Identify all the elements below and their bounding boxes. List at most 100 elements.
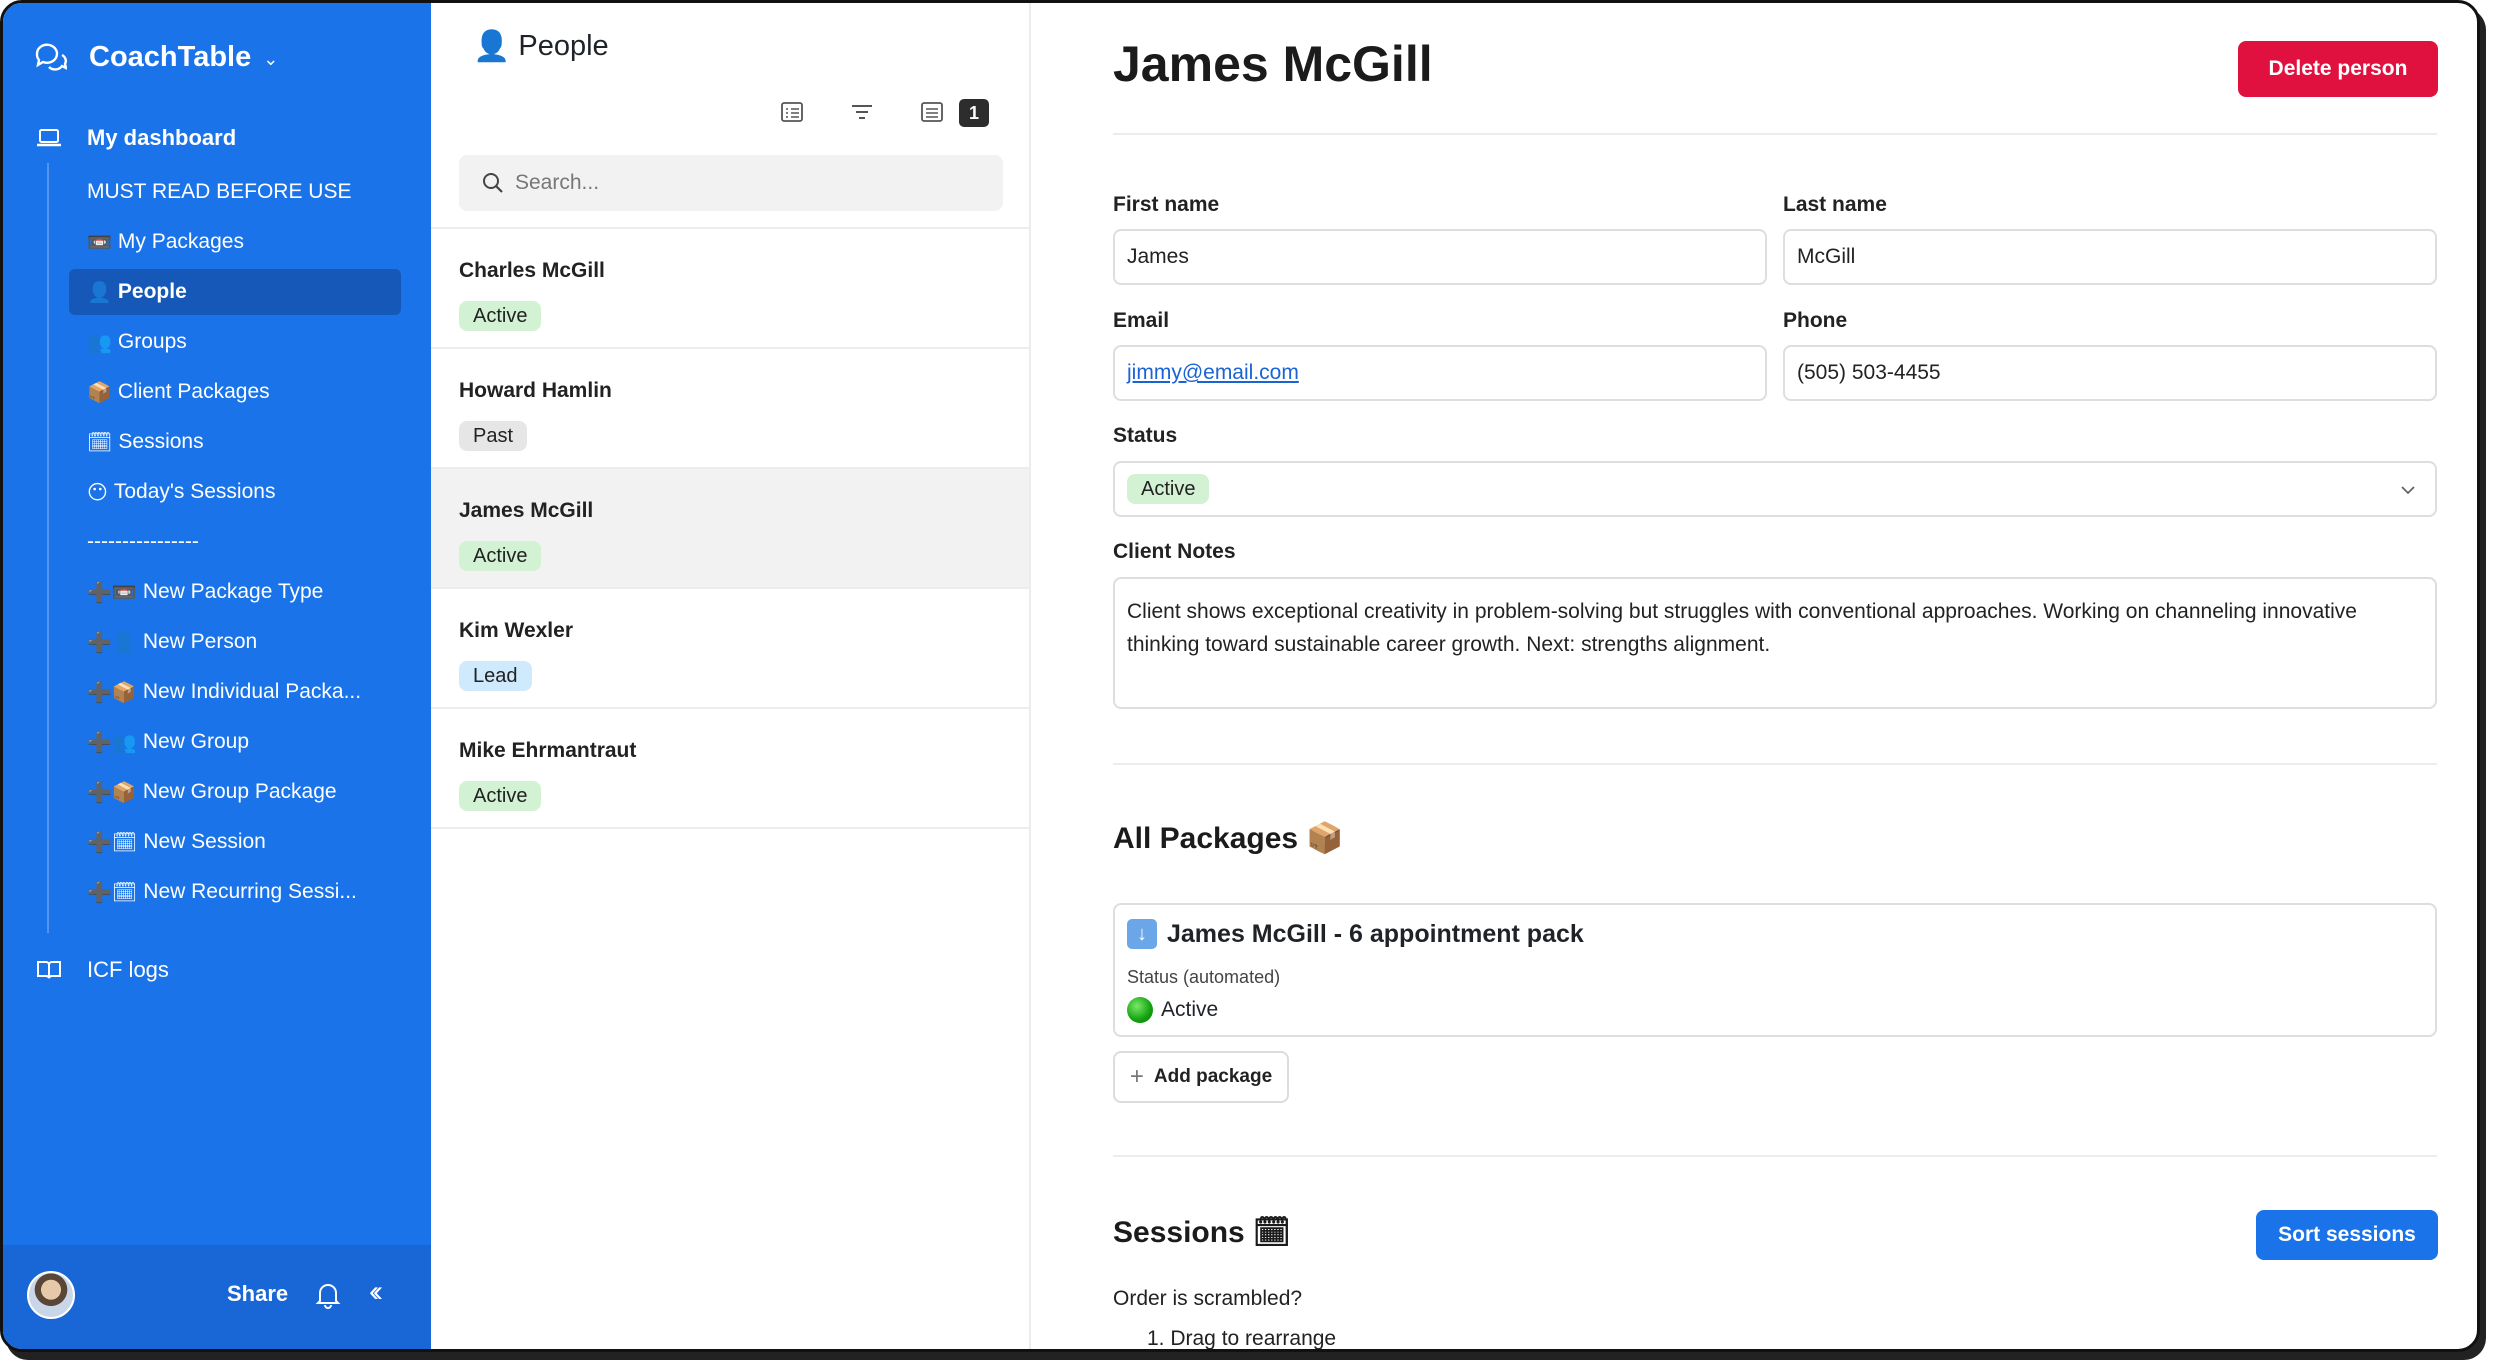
instruction-step: 1. Drag to rearrange xyxy=(1147,1327,1337,1350)
sidebar-item-new-individual-package[interactable]: ➕📦 New Individual Packa... xyxy=(69,669,401,715)
phone-field[interactable]: (505) 503-4455 xyxy=(1783,345,2437,401)
list-item-selected[interactable]: James McGill Active xyxy=(431,469,1029,589)
email-label: Email xyxy=(1113,309,1170,332)
sidebar-item-label: MUST READ BEFORE USE xyxy=(87,180,352,203)
email-link[interactable]: jimmy@email.com xyxy=(1127,361,1299,385)
last-name-label: Last name xyxy=(1783,193,1887,216)
sidebar-item-label: New Session xyxy=(143,830,266,853)
book-icon xyxy=(37,961,61,979)
section-title-text: Sessions xyxy=(1113,1215,1245,1249)
filter-count-badge[interactable]: 1 xyxy=(959,99,989,127)
sidebar-item-new-session[interactable]: ➕🗓 New Session xyxy=(69,819,401,865)
sidebar-item-my-packages[interactable]: 📼 My Packages xyxy=(69,219,401,265)
package-card[interactable]: ↓ James McGill - 6 appointment pack Stat… xyxy=(1113,903,2437,1037)
sidebar-item-groups[interactable]: 👥 Groups xyxy=(69,319,401,365)
person-icon: 👤 xyxy=(87,281,112,304)
package-icon: 📦 xyxy=(1306,822,1344,855)
list-item[interactable]: Kim Wexler Lead xyxy=(431,589,1029,709)
package-status-value: Active xyxy=(1161,998,1219,1021)
filter-icon[interactable] xyxy=(849,99,875,125)
add-package-button[interactable]: + Add package xyxy=(1113,1051,1289,1103)
bell-icon[interactable] xyxy=(315,1281,341,1309)
sidebar-item-label: New Individual Packa... xyxy=(142,680,362,703)
sidebar-item-label: New Package Type xyxy=(142,580,324,603)
sidebar-item-people[interactable]: 👤 People xyxy=(69,269,401,315)
sidebar-item-todays-sessions[interactable]: 😶 Today's Sessions xyxy=(69,469,401,515)
sidebar-item-client-packages[interactable]: 📦 Client Packages xyxy=(69,369,401,415)
nav-label: ICF logs xyxy=(87,957,169,982)
list-title-text: People xyxy=(518,30,609,62)
nav-icf-logs[interactable]: ICF logs xyxy=(3,947,431,993)
sidebar-item-label: New Group Package xyxy=(142,780,337,803)
plus-videotape-icon: ➕📼 xyxy=(87,581,137,604)
status-badge: Active xyxy=(459,781,542,811)
status-badge: Active xyxy=(459,301,542,331)
person-name: Charles McGill xyxy=(459,259,605,282)
divider xyxy=(1113,133,2437,135)
avatar[interactable] xyxy=(27,1271,75,1319)
people-icon: 👥 xyxy=(87,331,112,354)
tree-guide xyxy=(47,163,49,933)
calendar-icon: 🗓 xyxy=(1252,1216,1291,1249)
first-name-value: James xyxy=(1127,245,1189,268)
list-item[interactable]: Charles McGill Active xyxy=(431,229,1029,349)
search-box[interactable] xyxy=(459,155,1003,211)
page-title: James McGill xyxy=(1113,36,1433,92)
chevron-down-icon xyxy=(2401,486,2415,495)
status-badge: Past xyxy=(459,421,528,451)
plus-person-icon: ➕👤 xyxy=(87,631,137,654)
share-button[interactable]: Share xyxy=(227,1281,288,1307)
email-field[interactable]: jimmy@email.com xyxy=(1113,345,1767,401)
package-title: ↓ James McGill - 6 appointment pack xyxy=(1127,919,1584,949)
chevron-down-icon: ⌄ xyxy=(263,48,279,69)
plus-calendar-icon: ➕🗓 xyxy=(87,881,138,904)
list-item[interactable]: Mike Ehrmantraut Active xyxy=(431,709,1029,829)
person-name: Howard Hamlin xyxy=(459,379,612,402)
plus-calendar-icon: ➕🗓 xyxy=(87,831,138,854)
client-notes-label: Client Notes xyxy=(1113,540,1236,563)
phone-value: (505) 503-4455 xyxy=(1797,361,1941,384)
sidebar-item-label: Sessions xyxy=(118,430,204,453)
sidebar-item-new-package-type[interactable]: ➕📼 New Package Type xyxy=(69,569,401,615)
sidebar-item-new-group[interactable]: ➕👥 New Group xyxy=(69,719,401,765)
plus-package-icon: ➕📦 xyxy=(87,781,137,804)
status-badge: Active xyxy=(459,541,542,571)
person-icon: 👤 xyxy=(473,30,511,63)
client-notes-field[interactable]: Client shows exceptional creativity in p… xyxy=(1113,577,2437,709)
collapse-sidebar-icon[interactable]: ‹‹ xyxy=(369,1275,383,1309)
divider xyxy=(1113,763,2437,765)
list-item[interactable]: Howard Hamlin Past xyxy=(431,349,1029,469)
status-select[interactable]: Active xyxy=(1113,461,2437,517)
add-package-label: Add package xyxy=(1153,1066,1273,1087)
sort-sessions-button[interactable]: Sort sessions xyxy=(2256,1210,2438,1260)
sort-icon[interactable] xyxy=(919,99,945,125)
sessions-section-title: Sessions 🗓 xyxy=(1113,1215,1291,1250)
list-view-icon[interactable] xyxy=(779,99,805,125)
sidebar-item-sessions[interactable]: 🗓 Sessions xyxy=(69,419,401,465)
sidebar-item-new-recurring-session[interactable]: ➕🗓 New Recurring Sessi... xyxy=(69,869,401,915)
sidebar-divider-text[interactable]: ---------------- xyxy=(69,519,401,565)
sidebar-item-new-person[interactable]: ➕👤 New Person xyxy=(69,619,401,665)
section-title-text: All Packages xyxy=(1113,821,1299,855)
last-name-field[interactable]: McGill xyxy=(1783,229,2437,285)
person-name: Mike Ehrmantraut xyxy=(459,739,637,762)
calendar-icon: 🗓 xyxy=(87,431,113,454)
packages-section-title: All Packages 📦 xyxy=(1113,821,1343,856)
sidebar-item-label: New Group xyxy=(142,730,250,753)
videotape-icon: 📼 xyxy=(87,231,112,254)
sidebar-item-label: Client Packages xyxy=(117,380,270,403)
search-input[interactable] xyxy=(515,171,975,195)
sidebar-item-label: New Recurring Sessi... xyxy=(143,880,357,903)
status-label: Status xyxy=(1113,424,1178,447)
first-name-field[interactable]: James xyxy=(1113,229,1767,285)
delete-person-button[interactable]: Delete person xyxy=(2238,41,2438,97)
person-name: Kim Wexler xyxy=(459,619,573,642)
nav-my-dashboard[interactable]: My dashboard xyxy=(3,115,431,161)
sidebar-item-must-read[interactable]: MUST READ BEFORE USE xyxy=(69,169,401,215)
workspace-switcher[interactable]: CoachTable ⌄ xyxy=(33,37,278,77)
sidebar-item-label: My Packages xyxy=(117,230,244,253)
order-hint: Order is scrambled? xyxy=(1113,1287,1303,1310)
first-name-label: First name xyxy=(1113,193,1220,216)
nav-label: My dashboard xyxy=(87,125,237,150)
sidebar-item-new-group-package[interactable]: ➕📦 New Group Package xyxy=(69,769,401,815)
